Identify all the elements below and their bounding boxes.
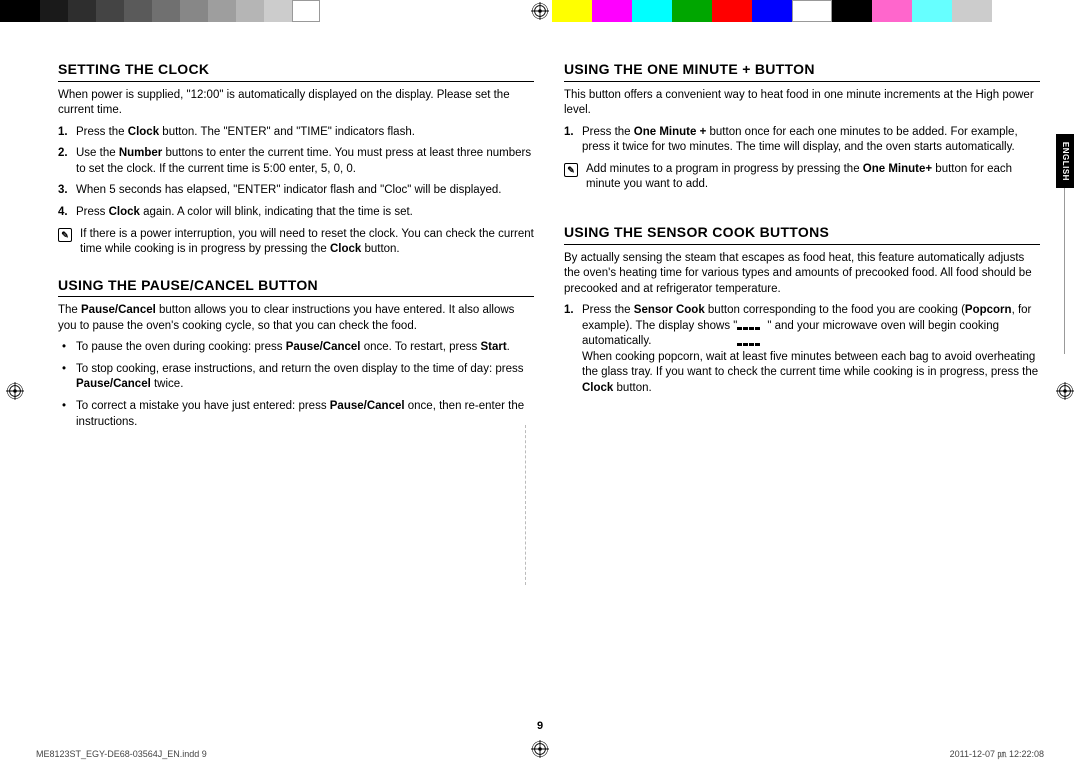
sensor-steps: 1. Press the Sensor Cook button correspo… <box>564 303 1040 396</box>
page-number: 9 <box>0 719 1080 734</box>
pause-bullet-2: To stop cooking, erase instructions, and… <box>58 362 534 393</box>
clock-step-4: 4.Press Clock again. A color will blink,… <box>58 205 534 221</box>
heading-setting-clock: Setting the clock <box>58 60 534 82</box>
column-divider <box>525 425 526 585</box>
pause-bullet-1: To pause the oven during cooking: press … <box>58 340 534 356</box>
clock-note: ✎ If there is a power interruption, you … <box>58 227 534 258</box>
display-segment-icon <box>737 320 767 331</box>
heading-pause-cancel: Using the pause/cancel button <box>58 276 534 298</box>
one-minute-intro: This button offers a convenient way to h… <box>564 88 1040 119</box>
one-minute-steps: 1.Press the One Minute + button once for… <box>564 125 1040 156</box>
clock-step-3: 3.When 5 seconds has elapsed, "ENTER" in… <box>58 183 534 199</box>
clock-intro: When power is supplied, "12:00" is autom… <box>58 88 534 119</box>
one-minute-step-1: 1.Press the One Minute + button once for… <box>564 125 1040 156</box>
clock-step-1: 1.Press the Clock button. The "ENTER" an… <box>58 125 534 141</box>
note-icon: ✎ <box>564 163 578 177</box>
footer-file-name: ME8123ST_EGY-DE68-03564J_EN.indd 9 <box>36 748 207 760</box>
clock-step-2: 2.Use the Number buttons to enter the cu… <box>58 146 534 177</box>
heading-sensor-cook: Using the sensor cook buttons <box>564 223 1040 245</box>
note-icon: ✎ <box>58 228 72 242</box>
left-column: Setting the clock When power is supplied… <box>58 60 534 436</box>
registration-mark-left <box>6 382 24 400</box>
registration-mark-right <box>1056 382 1074 400</box>
page-content: Setting the clock When power is supplied… <box>58 60 1040 436</box>
one-minute-note: ✎ Add minutes to a program in progress b… <box>564 162 1040 193</box>
sensor-step-1: 1. Press the Sensor Cook button correspo… <box>564 303 1040 396</box>
pause-intro: The Pause/Cancel button allows you to cl… <box>58 303 534 334</box>
right-column: Using the one minute + button This butto… <box>564 60 1040 436</box>
sensor-intro: By actually sensing the steam that escap… <box>564 251 1040 298</box>
heading-one-minute: Using the one minute + button <box>564 60 1040 82</box>
language-label: ENGLISH <box>1060 141 1071 180</box>
footer-timestamp: 2011-12-07 ㏘ 12:22:08 <box>950 748 1044 760</box>
registration-mark-top <box>531 2 549 20</box>
pause-bullet-3: To correct a mistake you have just enter… <box>58 399 534 430</box>
print-footer: ME8123ST_EGY-DE68-03564J_EN.indd 9 2011-… <box>36 748 1044 760</box>
pause-bullets: To pause the oven during cooking: press … <box>58 340 534 430</box>
language-side-tab: ENGLISH <box>1056 134 1074 354</box>
clock-steps-list: 1.Press the Clock button. The "ENTER" an… <box>58 125 534 221</box>
